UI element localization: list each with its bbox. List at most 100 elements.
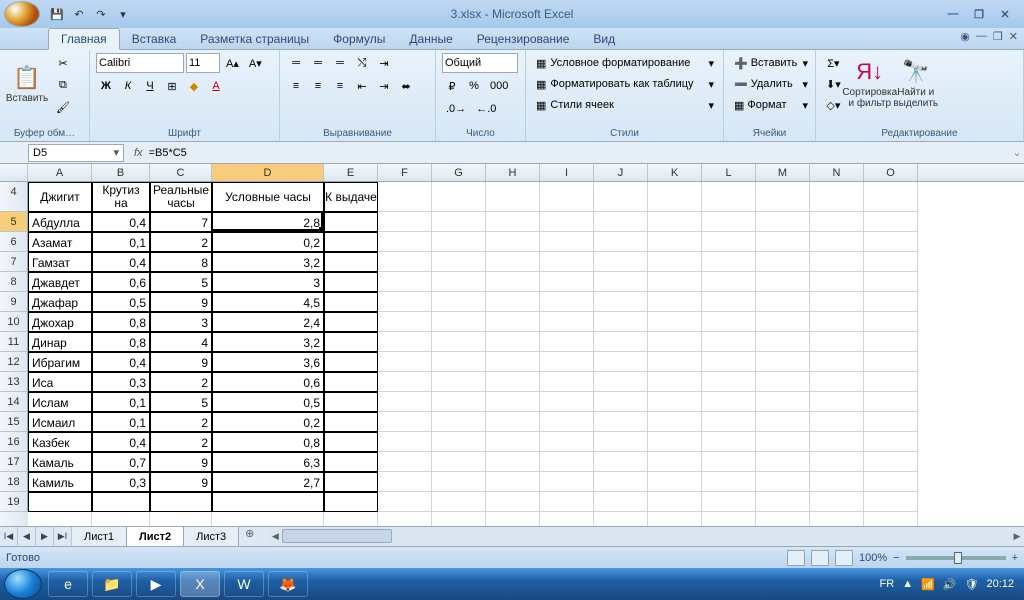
copy-icon[interactable]: ⧉ <box>52 75 74 95</box>
cell[interactable]: Джавдет <box>28 272 92 292</box>
ribbon-minimize-icon[interactable]: ― <box>976 30 987 43</box>
ribbon-tab-3[interactable]: Формулы <box>321 29 397 49</box>
cell[interactable]: 0,4 <box>92 432 150 452</box>
cell[interactable]: 0,6 <box>92 272 150 292</box>
cell[interactable] <box>702 292 756 312</box>
cell[interactable] <box>648 452 702 472</box>
taskbar-ie-icon[interactable]: e <box>48 571 88 597</box>
row-header[interactable]: 7 <box>0 252 28 272</box>
cell[interactable]: Гамзат <box>28 252 92 272</box>
cell[interactable] <box>702 232 756 252</box>
cell[interactable] <box>594 372 648 392</box>
border-button[interactable]: ⊞ <box>162 76 182 96</box>
column-header[interactable]: J <box>594 164 648 181</box>
orientation-icon[interactable]: ⤭ <box>352 53 372 73</box>
cell[interactable] <box>486 332 540 352</box>
cell[interactable] <box>810 292 864 312</box>
cell[interactable] <box>648 232 702 252</box>
cell[interactable] <box>540 232 594 252</box>
cell[interactable] <box>864 212 918 232</box>
cell[interactable] <box>324 312 378 332</box>
cell[interactable] <box>378 432 432 452</box>
cell[interactable] <box>702 432 756 452</box>
cell[interactable] <box>432 182 486 212</box>
cell[interactable] <box>702 252 756 272</box>
column-header[interactable]: D <box>212 164 324 181</box>
row-header[interactable]: 11 <box>0 332 28 352</box>
cell[interactable]: 0,4 <box>92 252 150 272</box>
cell[interactable] <box>648 252 702 272</box>
column-header[interactable]: E <box>324 164 378 181</box>
cell[interactable] <box>594 392 648 412</box>
cell[interactable] <box>378 452 432 472</box>
taskbar-media-icon[interactable]: ▶ <box>136 571 176 597</box>
cell[interactable] <box>378 372 432 392</box>
cell[interactable] <box>540 292 594 312</box>
delete-cells-button[interactable]: ➖Удалить▾ <box>730 74 812 94</box>
cell[interactable] <box>540 252 594 272</box>
close-button[interactable]: ✕ <box>996 8 1014 21</box>
align-center-icon[interactable]: ≡ <box>308 76 328 96</box>
sheet-nav-first-icon[interactable]: I◀ <box>0 527 18 546</box>
cell[interactable] <box>540 312 594 332</box>
cell[interactable] <box>810 232 864 252</box>
cell[interactable]: 0,4 <box>92 212 150 232</box>
cell[interactable] <box>378 312 432 332</box>
cell[interactable] <box>432 392 486 412</box>
cell[interactable] <box>702 492 756 512</box>
cell[interactable] <box>212 492 324 512</box>
cell[interactable]: 0,2 <box>212 232 324 252</box>
help-icon[interactable]: ◉ <box>960 30 970 43</box>
cell[interactable] <box>432 272 486 292</box>
cell[interactable] <box>324 252 378 272</box>
cell[interactable] <box>378 352 432 372</box>
scrollbar-thumb[interactable] <box>282 529 392 543</box>
sheet-tab[interactable]: Лист1 <box>72 527 127 546</box>
cell[interactable] <box>594 352 648 372</box>
row-header[interactable]: 6 <box>0 232 28 252</box>
cell[interactable] <box>756 492 810 512</box>
column-header[interactable]: F <box>378 164 432 181</box>
cell[interactable]: 3 <box>150 312 212 332</box>
format-as-table-button[interactable]: ▦Форматировать как таблицу▾ <box>532 74 718 94</box>
cell[interactable]: 3,2 <box>212 252 324 272</box>
cell[interactable] <box>648 352 702 372</box>
sheet-nav-prev-icon[interactable]: ◀ <box>18 527 36 546</box>
zoom-level[interactable]: 100% <box>859 552 887 564</box>
cell[interactable]: К выдаче <box>324 182 378 212</box>
align-left-icon[interactable]: ≡ <box>286 76 306 96</box>
cell[interactable]: Джигит <box>28 182 92 212</box>
row-header[interactable]: 9 <box>0 292 28 312</box>
cell[interactable]: Камиль <box>28 472 92 492</box>
cell[interactable] <box>756 272 810 292</box>
cell[interactable] <box>702 182 756 212</box>
cell[interactable] <box>810 352 864 372</box>
column-header[interactable]: A <box>28 164 92 181</box>
cell[interactable] <box>486 312 540 332</box>
column-header[interactable]: I <box>540 164 594 181</box>
sheet-tab[interactable]: Лист2 <box>127 526 184 546</box>
cell[interactable] <box>486 412 540 432</box>
cell[interactable] <box>702 312 756 332</box>
cell[interactable] <box>324 232 378 252</box>
cell[interactable] <box>324 372 378 392</box>
cell[interactable]: 0,8 <box>92 332 150 352</box>
new-sheet-icon[interactable]: ⊕ <box>239 527 260 546</box>
font-family-combo[interactable] <box>96 53 184 73</box>
cell[interactable] <box>864 312 918 332</box>
cell[interactable]: Казбек <box>28 432 92 452</box>
cell[interactable] <box>486 432 540 452</box>
cell[interactable]: 7 <box>150 212 212 232</box>
cell[interactable]: 2,8 <box>212 212 324 232</box>
cell[interactable]: 9 <box>150 472 212 492</box>
name-box-dropdown-icon[interactable]: ▾ <box>113 146 119 159</box>
cell[interactable] <box>378 492 432 512</box>
name-box[interactable]: D5▾ <box>28 144 124 162</box>
cell[interactable]: 0,4 <box>92 352 150 372</box>
cell[interactable] <box>864 492 918 512</box>
cell[interactable] <box>540 272 594 292</box>
cell[interactable] <box>540 212 594 232</box>
cell[interactable]: 0,1 <box>92 412 150 432</box>
qat-dropdown-icon[interactable]: ▾ <box>114 5 132 23</box>
cell[interactable]: 0,8 <box>92 312 150 332</box>
